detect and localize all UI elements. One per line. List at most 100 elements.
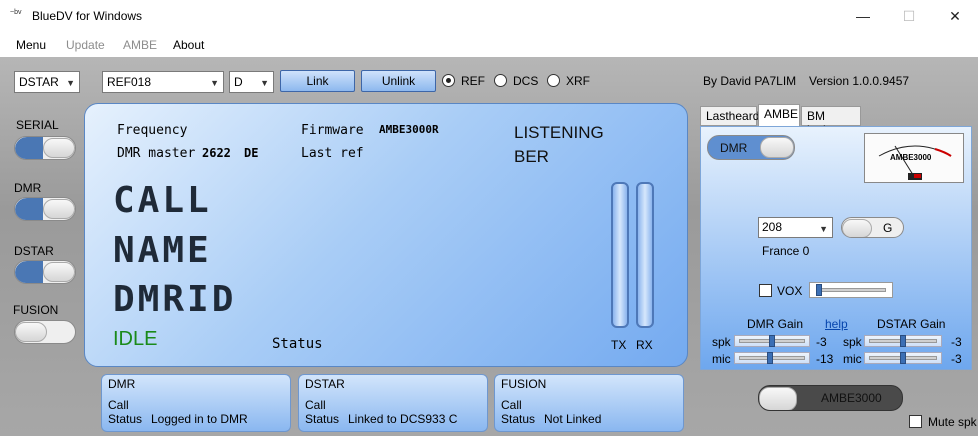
toggle-knob [759, 387, 797, 410]
tab-bm-lookup[interactable]: BM lookup [801, 106, 861, 137]
dmr-mic-slider[interactable] [734, 352, 810, 364]
dstar-panel-title: DSTAR [305, 377, 345, 391]
unlink-button[interactable]: Unlink [361, 70, 436, 92]
g-toggle[interactable]: G [841, 217, 904, 238]
dmr-ambe-toggle-label: DMR [720, 141, 748, 155]
fusion-toggle[interactable] [14, 320, 76, 344]
mute-spk-checkbox[interactable] [909, 415, 922, 428]
dmr-master-country: DE [244, 146, 259, 160]
ambe3000-toggle-label: AMBE3000 [821, 391, 882, 405]
fusion-status-value: Not Linked [544, 412, 602, 426]
toggle-knob [842, 219, 872, 237]
dmr-spk-slider[interactable] [734, 335, 810, 347]
vu-meter-icon: AMBE3000 [864, 133, 964, 183]
vox-checkbox[interactable] [759, 284, 772, 297]
serial-toggle[interactable] [14, 136, 76, 160]
slider-thumb[interactable] [900, 335, 906, 347]
radio-dcs[interactable] [494, 74, 507, 87]
vox-slider[interactable] [809, 282, 893, 298]
toggle-knob [43, 138, 75, 158]
dmr-spk-label: spk [712, 335, 731, 349]
mute-spk-label: Mute spk [928, 415, 977, 429]
rx-meter [636, 182, 654, 328]
author-label: By David PA7LIM [703, 74, 797, 88]
dstar-label: DSTAR [14, 244, 54, 258]
dmr-master-value: 2622 [202, 146, 231, 160]
slider-thumb[interactable] [900, 352, 906, 364]
frequency-label: Frequency [117, 123, 188, 138]
dstar-spk-slider[interactable] [864, 335, 942, 347]
dmr-panel: DMR Call Status Logged in to DMR [101, 374, 291, 432]
dmr-mic-value: -13 [816, 352, 834, 366]
ambe3000-toggle[interactable]: AMBE3000 [758, 385, 903, 411]
dmr-ambe-toggle[interactable]: DMR [707, 135, 795, 160]
name-display: NAME [113, 230, 212, 271]
menu-item-menu[interactable]: Menu [16, 38, 46, 52]
toggle-knob [43, 262, 75, 282]
menu-bar: Menu Update AMBE About [0, 32, 978, 57]
slider-track [818, 288, 886, 292]
toggle-fill [15, 198, 43, 220]
help-link[interactable]: help [825, 317, 848, 331]
fusion-status-label: Status [501, 412, 536, 426]
tx-label: TX [611, 338, 627, 352]
module-select[interactable]: D ▼ [229, 71, 274, 93]
tg-select[interactable]: 208 ▼ [758, 217, 833, 238]
dmrid-display: DMRID [113, 279, 237, 320]
mode-select[interactable]: DSTAR ▼ [14, 71, 80, 93]
close-button[interactable]: ✕ [932, 0, 978, 32]
dmr-status-value: Logged in to DMR [151, 412, 248, 426]
mode-select-value: DSTAR [19, 75, 59, 89]
firmware-label: Firmware [301, 123, 364, 138]
radio-xrf-label: XRF [566, 74, 590, 88]
slider-thumb[interactable] [769, 335, 775, 347]
dmr-master-label: DMR master [117, 146, 196, 161]
country-label: France 0 [762, 244, 810, 258]
chevron-down-icon: ▼ [260, 78, 269, 88]
dstar-mic-slider[interactable] [864, 352, 942, 364]
dstar-status-label: Status [305, 412, 340, 426]
toggle-fill [15, 137, 43, 159]
dmr-call-label: Call [108, 398, 129, 412]
ambe-pane: DMR AMBE3000 208 ▼ G France 0 VOX DMR Gai… [700, 126, 972, 370]
fusion-panel: FUSION Call Status Not Linked [494, 374, 684, 432]
chevron-down-icon: ▼ [819, 224, 828, 234]
tg-select-value: 208 [762, 220, 783, 234]
dmr-label: DMR [14, 181, 42, 195]
fusion-panel-title: FUSION [501, 377, 547, 391]
maximize-button[interactable]: ☐ [886, 0, 932, 32]
dstar-gain-label: DSTAR Gain [877, 317, 946, 331]
toggle-fill [15, 261, 43, 283]
dstar-spk-value: -3 [951, 335, 962, 349]
chevron-down-icon: ▼ [210, 78, 219, 88]
dmr-status-label: Status [108, 412, 143, 426]
menu-item-about[interactable]: About [173, 38, 204, 52]
rx-label: RX [636, 338, 653, 352]
tx-meter [611, 182, 629, 328]
fusion-call-label: Call [501, 398, 522, 412]
minimize-button[interactable]: — [840, 0, 886, 32]
dstar-toggle[interactable] [14, 260, 76, 284]
menu-item-ambe[interactable]: AMBE [123, 38, 157, 52]
dmr-toggle[interactable] [14, 197, 76, 221]
version-label: Version 1.0.0.9457 [809, 74, 910, 88]
g-toggle-label: G [883, 221, 893, 235]
fusion-label: FUSION [13, 303, 59, 317]
vox-label: VOX [777, 284, 803, 298]
lcd-display: Frequency DMR master 2622 DE Firmware AM… [84, 103, 688, 367]
link-button[interactable]: Link [280, 70, 355, 92]
window-title: BlueDV for Windows [32, 9, 143, 23]
status-label: Status [272, 336, 323, 352]
radio-ref[interactable] [442, 74, 455, 87]
slider-thumb[interactable] [767, 352, 773, 364]
serial-label: SERIAL [16, 118, 59, 132]
last-ref-label: Last ref [301, 146, 364, 161]
radio-xrf[interactable] [547, 74, 560, 87]
tab-ambe[interactable]: AMBE [758, 104, 800, 126]
toggle-knob [15, 322, 47, 342]
reflector-select[interactable]: REF018 ▼ [102, 71, 224, 93]
slider-thumb[interactable] [816, 284, 822, 296]
menu-item-update[interactable]: Update [66, 38, 105, 52]
tab-lastheard[interactable]: Lastheard [700, 106, 759, 126]
toggle-knob [43, 199, 75, 219]
